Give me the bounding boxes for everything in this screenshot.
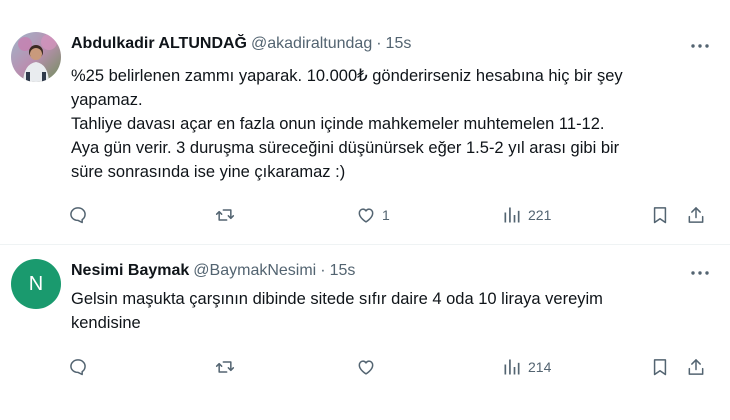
bookmark-icon	[653, 207, 667, 224]
avatar[interactable]	[11, 32, 61, 82]
share-button[interactable]	[686, 200, 706, 230]
like-count: 1	[382, 207, 390, 223]
tweet-actions: 214	[68, 352, 718, 382]
share-button[interactable]	[686, 352, 706, 382]
retweet-button[interactable]	[214, 200, 242, 230]
retweet-icon	[215, 209, 235, 221]
views-button[interactable]: 221	[502, 200, 551, 230]
heart-icon	[358, 360, 374, 375]
heart-icon	[358, 208, 374, 223]
tweet-text-line: Tahliye davası açar en fazla onun içinde…	[71, 115, 605, 133]
tweet-text: Gelsin maşukta çarşının dibinde sitede s…	[71, 287, 701, 335]
display-name[interactable]: Abdulkadir ALTUNDAĞ	[71, 35, 247, 53]
share-icon	[688, 207, 704, 223]
views-count: 221	[528, 207, 552, 223]
handle[interactable]: @akadiraltundag	[251, 35, 372, 53]
retweet-icon	[215, 361, 235, 373]
tweet-header: Abdulkadir ALTUNDAĞ @akadiraltundag · 15…	[71, 32, 411, 56]
bookmark-button[interactable]	[650, 352, 670, 382]
tweet-text-line: kendisine	[71, 314, 141, 332]
avatar-initial: N	[28, 272, 44, 295]
tweet-header: Nesimi Baymak @BaymakNesimi · 15s	[71, 259, 355, 283]
tweet-text-line: Gelsin maşukta çarşının dibinde sitede s…	[71, 290, 603, 308]
handle[interactable]: @BaymakNesimi	[193, 262, 316, 280]
tweet-text-line: yapamaz.	[71, 91, 143, 109]
display-name[interactable]: Nesimi Baymak	[71, 262, 189, 280]
reply-icon	[70, 359, 86, 376]
more-options-icon[interactable]	[688, 263, 712, 283]
bookmark-button[interactable]	[650, 200, 670, 230]
views-button[interactable]: 214	[502, 352, 551, 382]
timestamp[interactable]: 15s	[386, 35, 412, 53]
tweet[interactable]: N Nesimi Baymak @BaymakNesimi · 15s Gels…	[0, 245, 730, 420]
like-button[interactable]	[356, 352, 382, 382]
tweet-text-line: Aya gün verir. 3 duruşma süreceğini düşü…	[71, 139, 620, 157]
reply-button[interactable]	[68, 200, 94, 230]
share-icon	[688, 359, 704, 375]
avatar[interactable]: N	[11, 259, 61, 309]
like-button[interactable]: 1	[356, 200, 390, 230]
tweet-text-line: %25 belirlenen zammı yaparak. 10.000₺ gö…	[71, 67, 623, 85]
tweet-text-line: süre sonrasında ise yine çıkaramaz :)	[71, 163, 346, 181]
reply-icon	[70, 207, 86, 224]
views-count: 214	[528, 359, 552, 375]
reply-button[interactable]	[68, 352, 94, 382]
separator-dot: ·	[320, 262, 326, 279]
separator-dot: ·	[376, 35, 382, 52]
tweet-actions: 1 221	[68, 200, 718, 230]
bookmark-icon	[653, 359, 667, 376]
timestamp[interactable]: 15s	[330, 262, 356, 280]
tweet-text: %25 belirlenen zammı yaparak. 10.000₺ gö…	[71, 64, 701, 184]
more-options-icon[interactable]	[688, 36, 712, 56]
retweet-button[interactable]	[214, 352, 242, 382]
avatar-photo	[11, 32, 61, 82]
tweet[interactable]: Abdulkadir ALTUNDAĞ @akadiraltundag · 15…	[0, 0, 730, 245]
views-chart-icon	[504, 207, 520, 223]
tweet-feed: Abdulkadir ALTUNDAĞ @akadiraltundag · 15…	[0, 0, 730, 420]
views-chart-icon	[504, 359, 520, 375]
